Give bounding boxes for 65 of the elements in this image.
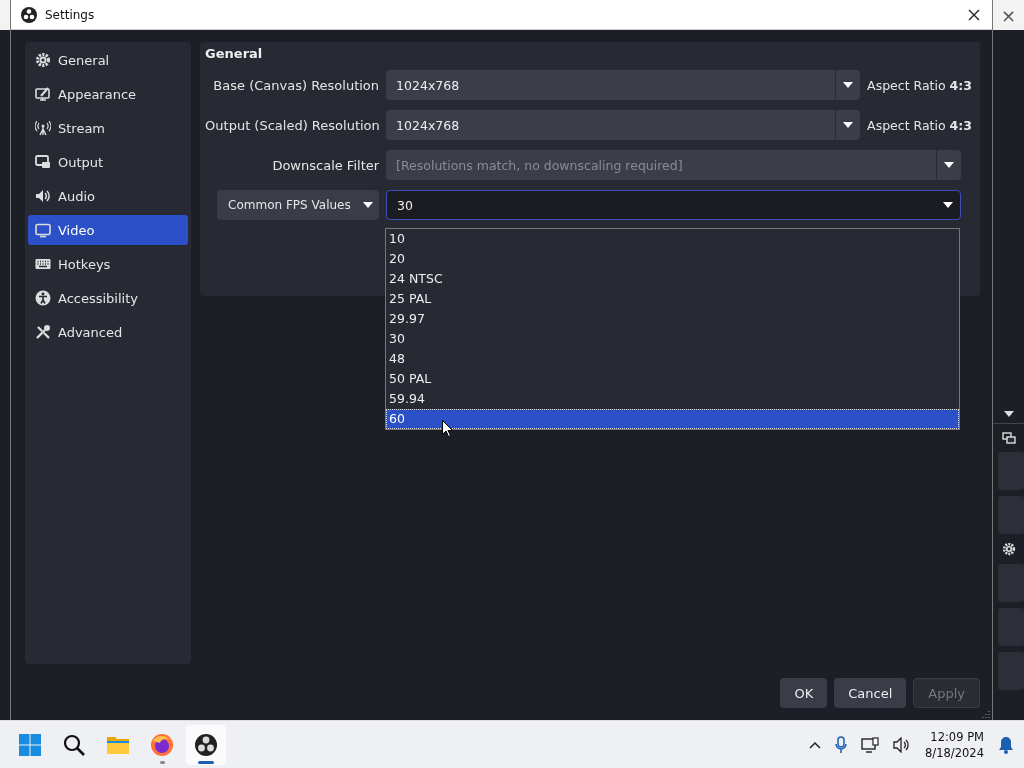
browser-icon <box>150 732 174 757</box>
sidebar-item[interactable]: General <box>28 45 189 75</box>
accessibility-icon <box>35 290 51 306</box>
dropdown-option[interactable]: 20 <box>386 249 960 269</box>
output-icon <box>35 154 51 170</box>
close-icon[interactable] <box>968 8 980 21</box>
window-title: Settings <box>45 7 96 22</box>
dropdown-option[interactable]: 10 <box>386 229 960 249</box>
obs-logo-icon <box>21 6 37 23</box>
sidebar-item[interactable]: Audio <box>28 181 189 211</box>
close-glyph: × <box>1000 4 1017 26</box>
dropdown-option[interactable]: 25 PAL <box>386 289 960 309</box>
dropdown-option[interactable]: 48 <box>386 349 960 369</box>
keyboard-icon <box>35 256 51 272</box>
section-title: General <box>205 46 264 61</box>
sidebar-item[interactable]: Video <box>28 215 189 245</box>
taskbar-app-button[interactable] <box>186 724 226 765</box>
field-label: Base (Canvas) Resolution <box>212 77 380 93</box>
dropdown-option[interactable]: 59.94 <box>386 389 960 409</box>
caret-icon <box>362 202 373 208</box>
windows-start-icon <box>18 732 42 757</box>
monitor-brush-icon <box>35 86 51 102</box>
sidebar-item[interactable]: Appearance <box>28 79 189 109</box>
microphone-icon[interactable] <box>835 735 848 754</box>
fps-dropdown[interactable]: 30 <box>386 190 962 220</box>
caret-icon <box>843 82 854 88</box>
sidebar-item[interactable]: Advanced <box>28 317 189 347</box>
tools-icon <box>35 324 51 340</box>
speaker-icon[interactable] <box>893 736 912 753</box>
caret-icon <box>944 162 955 168</box>
antenna-icon <box>35 120 51 136</box>
obs-icon <box>194 732 218 757</box>
field-label: Downscale Filter <box>271 157 380 173</box>
search-icon <box>62 732 86 757</box>
chevron-up-icon[interactable] <box>809 740 822 749</box>
resolution-dropdown[interactable]: 1024x768 <box>386 110 861 140</box>
network-icon[interactable] <box>861 736 880 753</box>
gear-icon <box>1001 542 1016 556</box>
cursor-icon <box>442 420 454 437</box>
window-icon <box>1001 432 1016 444</box>
resolution-dropdown[interactable]: 1024x768 <box>386 70 861 100</box>
dialog-button[interactable]: Cancel <box>834 678 907 708</box>
dropdown-option[interactable]: 60 <box>386 409 960 429</box>
gear-icon <box>35 52 51 68</box>
sidebar-item[interactable]: Stream <box>28 113 189 143</box>
clock-button[interactable]: 12:09 PM 8/18/2024 <box>925 728 984 761</box>
aspect-ratio-text: Aspect Ratio 4:3 <box>867 117 972 133</box>
fps-mode-dropdown[interactable]: Common FPS Values <box>217 190 380 220</box>
sidebar-item[interactable]: Output <box>28 147 189 177</box>
dialog-button[interactable]: OK <box>780 678 828 708</box>
monitor-icon <box>35 222 51 238</box>
dropdown-option[interactable]: 29.97 <box>386 309 960 329</box>
sidebar-item[interactable]: Accessibility <box>28 283 189 313</box>
resize-grip-icon <box>982 710 990 718</box>
caret-icon <box>1003 411 1014 417</box>
notification-bell-icon[interactable] <box>998 735 1014 754</box>
aspect-ratio-text: Aspect Ratio 4:3 <box>867 77 972 93</box>
caret-icon <box>943 202 954 208</box>
dropdown-option[interactable]: 50 PAL <box>386 369 960 389</box>
field-label: Output (Scaled) Resolution <box>205 117 380 133</box>
dropdown-option[interactable]: 24 NTSC <box>386 269 960 289</box>
dropdown-option[interactable]: 30 <box>386 329 960 349</box>
caret-icon <box>843 122 854 128</box>
sidebar-item[interactable]: Hotkeys <box>28 249 189 279</box>
speaker-icon <box>35 188 51 204</box>
